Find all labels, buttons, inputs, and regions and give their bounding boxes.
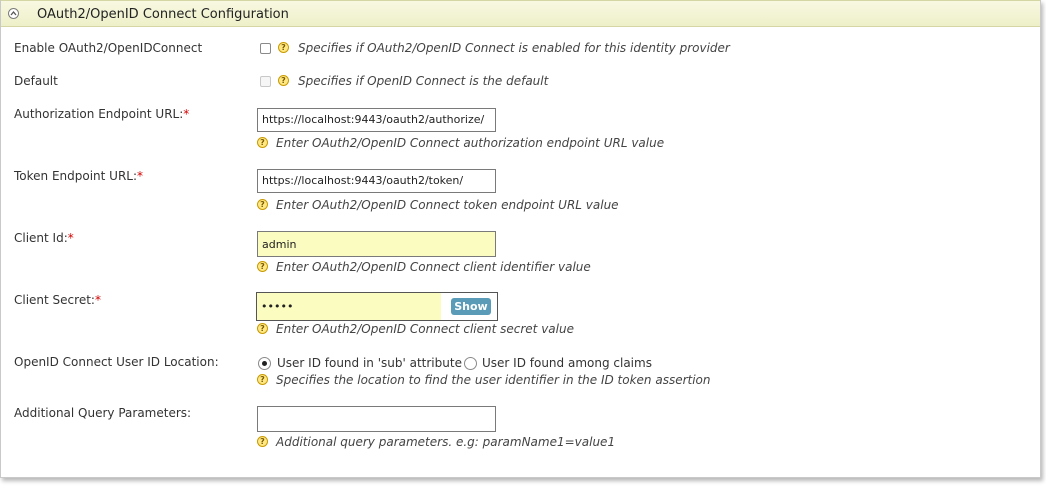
- enable-label: Enable OAuth2/OpenIDConnect: [14, 41, 203, 55]
- required-marker: *: [94, 293, 101, 307]
- required-marker: *: [183, 107, 190, 121]
- token-endpoint-input[interactable]: https://localhost:9443/oauth2/token/: [257, 169, 496, 193]
- user-id-location-label: OpenID Connect User ID Location:: [14, 355, 219, 369]
- section-header[interactable]: OAuth2/OpenID Connect Configuration: [1, 0, 1040, 27]
- default-checkbox[interactable]: [260, 76, 271, 87]
- query-params-input[interactable]: [257, 406, 496, 432]
- radio-sub-label: User ID found in 'sub' attribute: [277, 356, 462, 370]
- section-title: OAuth2/OpenID Connect Configuration: [37, 7, 289, 22]
- query-params-label: Additional Query Parameters:: [14, 406, 192, 420]
- show-password-button[interactable]: Show: [451, 298, 491, 315]
- help-icon: ?: [257, 137, 268, 148]
- required-marker: *: [67, 231, 74, 245]
- user-id-location-hint: Specifies the location to find the user …: [276, 373, 711, 387]
- oauth2-config-panel: OAuth2/OpenID Connect Configuration Enab…: [0, 0, 1041, 478]
- help-icon: ?: [257, 199, 268, 210]
- help-icon: ?: [257, 323, 268, 334]
- enable-hint: Specifies if OAuth2/OpenID Connect is en…: [298, 41, 730, 55]
- required-marker: *: [137, 169, 144, 183]
- default-hint: Specifies if OpenID Connect is the defau…: [298, 74, 549, 88]
- radio-among-claims[interactable]: [464, 357, 477, 370]
- radio-sub-attribute[interactable]: [258, 357, 271, 370]
- help-icon: ?: [278, 75, 289, 86]
- query-params-hint: Additional query parameters. e.g: paramN…: [276, 435, 616, 449]
- client-id-label: Client Id:*: [14, 231, 74, 245]
- default-label: Default: [14, 74, 58, 88]
- radio-claims-label: User ID found among claims: [482, 356, 652, 370]
- help-icon: ?: [257, 436, 268, 447]
- auth-endpoint-input[interactable]: https://localhost:9443/oauth2/authorize/: [257, 108, 496, 132]
- help-icon: ?: [257, 261, 268, 272]
- help-icon: ?: [257, 374, 268, 385]
- auth-endpoint-label: Authorization Endpoint URL:*: [14, 107, 190, 121]
- token-endpoint-label: Token Endpoint URL:*: [14, 169, 144, 183]
- collapse-icon[interactable]: [8, 8, 19, 19]
- enable-checkbox[interactable]: [260, 43, 271, 54]
- token-endpoint-hint: Enter OAuth2/OpenID Connect token endpoi…: [276, 198, 619, 212]
- client-secret-hint: Enter OAuth2/OpenID Connect client secre…: [276, 322, 574, 336]
- client-id-hint: Enter OAuth2/OpenID Connect client ident…: [276, 260, 591, 274]
- radio-selected-dot: [262, 361, 267, 366]
- client-secret-label: Client Secret:*: [14, 293, 101, 307]
- help-icon: ?: [278, 42, 289, 53]
- auth-endpoint-hint: Enter OAuth2/OpenID Connect authorizatio…: [276, 136, 665, 150]
- client-id-input[interactable]: admin: [257, 231, 496, 257]
